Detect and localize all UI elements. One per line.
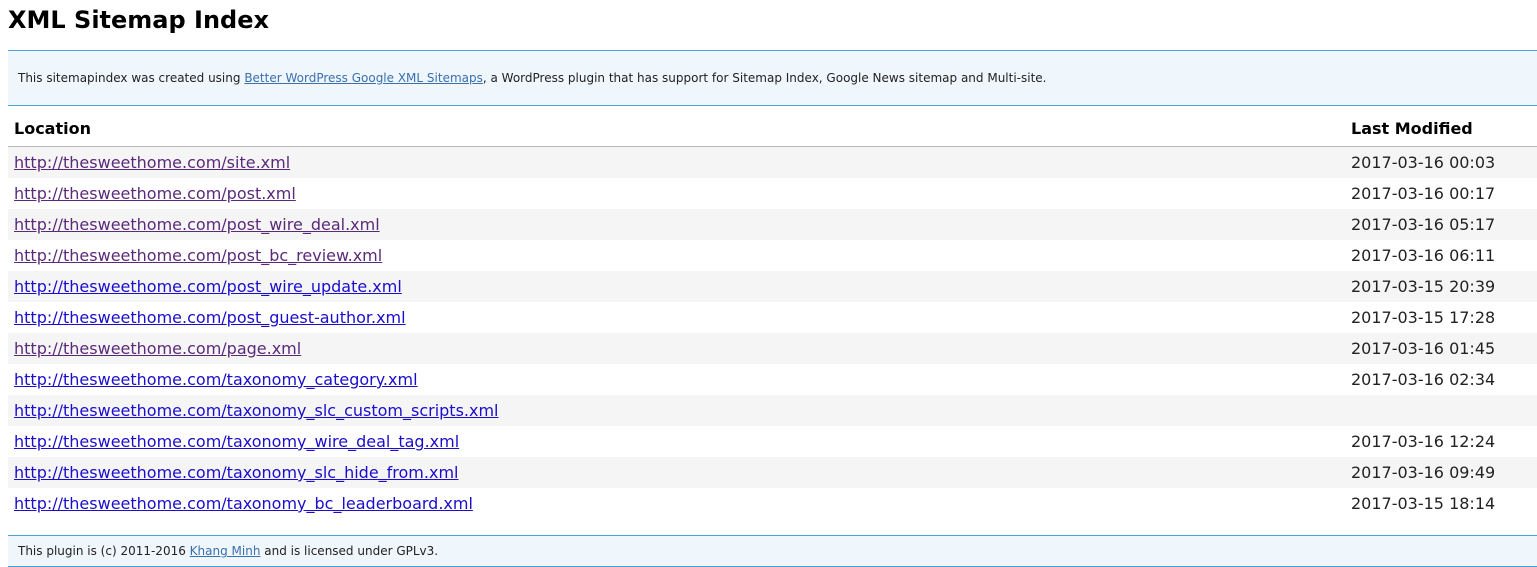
- last-modified-cell: 2017-03-16 06:11: [1344, 240, 1537, 271]
- sitemap-link[interactable]: http://thesweethome.com/post_wire_update…: [14, 277, 402, 296]
- location-cell: http://thesweethome.com/taxonomy_bc_lead…: [8, 488, 1344, 519]
- author-link[interactable]: Khang Minh: [190, 544, 261, 558]
- footer-text: This plugin is (c) 2011-2016 Khang Minh …: [18, 543, 438, 559]
- location-cell: http://thesweethome.com/post.xml: [8, 178, 1344, 209]
- page-title: XML Sitemap Index: [8, 6, 269, 34]
- table-row: http://thesweethome.com/post_wire_update…: [8, 271, 1537, 302]
- plugin-link[interactable]: Better WordPress Google XML Sitemaps: [244, 71, 483, 85]
- last-modified-cell: 2017-03-16 05:17: [1344, 209, 1537, 240]
- table-row: http://thesweethome.com/taxonomy_wire_de…: [8, 426, 1537, 457]
- location-cell: http://thesweethome.com/post_guest-autho…: [8, 302, 1344, 333]
- last-modified-cell: 2017-03-16 00:03: [1344, 146, 1537, 178]
- location-cell: http://thesweethome.com/site.xml: [8, 146, 1344, 178]
- last-modified-cell: 2017-03-16 00:17: [1344, 178, 1537, 209]
- table-row: http://thesweethome.com/taxonomy_slc_cus…: [8, 395, 1537, 426]
- sitemap-link[interactable]: http://thesweethome.com/post.xml: [14, 184, 296, 203]
- footer-text-after: and is licensed under GPLv3.: [260, 544, 439, 558]
- location-cell: http://thesweethome.com/taxonomy_categor…: [8, 364, 1344, 395]
- column-header-location: Location: [8, 110, 1344, 147]
- last-modified-cell: 2017-03-16 09:49: [1344, 457, 1537, 488]
- last-modified-cell: 2017-03-16 12:24: [1344, 426, 1537, 457]
- location-cell: http://thesweethome.com/taxonomy_wire_de…: [8, 426, 1344, 457]
- table-row: http://thesweethome.com/post.xml 2017-03-…: [8, 178, 1537, 209]
- intro-text-before: This sitemapindex was created using: [18, 71, 245, 85]
- intro-text-after: , a WordPress plugin that has support fo…: [482, 71, 1047, 85]
- footer-text-before: This plugin is (c) 2011-2016: [18, 544, 190, 558]
- last-modified-cell: 2017-03-16 02:34: [1344, 364, 1537, 395]
- last-modified-cell: 2017-03-15 18:14: [1344, 488, 1537, 519]
- sitemap-link[interactable]: http://thesweethome.com/post_guest-autho…: [14, 308, 406, 327]
- table-row: http://thesweethome.com/site.xml 2017-03-…: [8, 146, 1537, 178]
- location-cell: http://thesweethome.com/taxonomy_slc_cus…: [8, 395, 1344, 426]
- location-cell: http://thesweethome.com/taxonomy_slc_hid…: [8, 457, 1344, 488]
- sitemap-link[interactable]: http://thesweethome.com/taxonomy_slc_hid…: [14, 463, 458, 482]
- sitemap-link[interactable]: http://thesweethome.com/post_wire_deal.x…: [14, 215, 380, 234]
- last-modified-cell: 2017-03-15 17:28: [1344, 302, 1537, 333]
- column-header-last-modified: Last Modified: [1344, 110, 1537, 147]
- table-row: http://thesweethome.com/taxonomy_slc_hid…: [8, 457, 1537, 488]
- sitemap-link[interactable]: http://thesweethome.com/taxonomy_slc_cus…: [14, 401, 499, 420]
- location-cell: http://thesweethome.com/post_wire_deal.x…: [8, 209, 1344, 240]
- sitemap-link[interactable]: http://thesweethome.com/site.xml: [14, 153, 290, 172]
- last-modified-cell: 2017-03-16 01:45: [1344, 333, 1537, 364]
- sitemap-link[interactable]: http://thesweethome.com/taxonomy_categor…: [14, 370, 418, 389]
- table-header-row: Location Last Modified: [8, 110, 1537, 147]
- intro-text: This sitemapindex was created using Bett…: [18, 70, 1047, 86]
- last-modified-cell: 2017-03-15 20:39: [1344, 271, 1537, 302]
- location-cell: http://thesweethome.com/post_bc_review.x…: [8, 240, 1344, 271]
- sitemap-link[interactable]: http://thesweethome.com/taxonomy_bc_lead…: [14, 494, 473, 513]
- table-row: http://thesweethome.com/taxonomy_categor…: [8, 364, 1537, 395]
- intro-panel: This sitemapindex was created using Bett…: [8, 50, 1537, 106]
- table-row: http://thesweethome.com/post_bc_review.x…: [8, 240, 1537, 271]
- location-cell: http://thesweethome.com/page.xml: [8, 333, 1344, 364]
- last-modified-cell: [1344, 395, 1537, 426]
- sitemap-link[interactable]: http://thesweethome.com/taxonomy_wire_de…: [14, 432, 459, 451]
- sitemap-link[interactable]: http://thesweethome.com/page.xml: [14, 339, 301, 358]
- table-row: http://thesweethome.com/post_wire_deal.x…: [8, 209, 1537, 240]
- location-cell: http://thesweethome.com/post_wire_update…: [8, 271, 1344, 302]
- sitemap-table: Location Last Modified http://thesweetho…: [8, 110, 1537, 519]
- table-row: http://thesweethome.com/taxonomy_bc_lead…: [8, 488, 1537, 519]
- sitemap-link[interactable]: http://thesweethome.com/post_bc_review.x…: [14, 246, 382, 265]
- table-row: http://thesweethome.com/post_guest-autho…: [8, 302, 1537, 333]
- table-row: http://thesweethome.com/page.xml 2017-03-…: [8, 333, 1537, 364]
- sitemap-table-body: http://thesweethome.com/site.xml 2017-03-…: [8, 146, 1537, 519]
- footer-panel: This plugin is (c) 2011-2016 Khang Minh …: [8, 535, 1537, 567]
